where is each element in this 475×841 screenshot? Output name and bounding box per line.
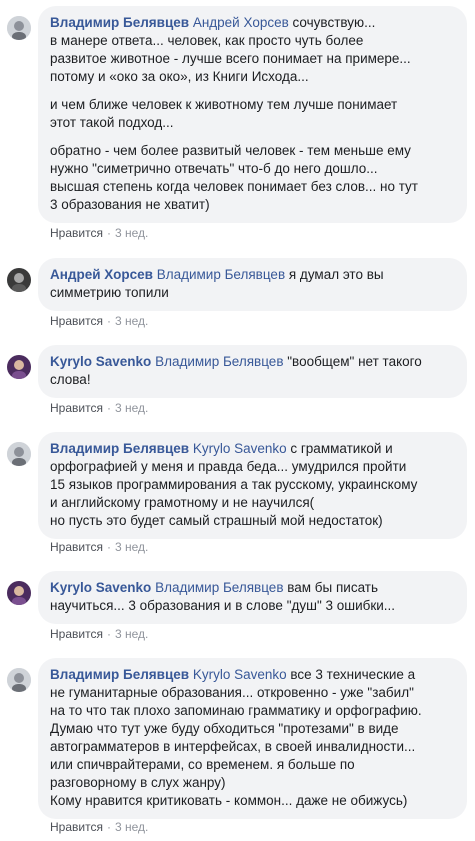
text-line: я думал это вы: [285, 267, 384, 282]
author-link[interactable]: Владимир Белявцев: [50, 15, 189, 30]
separator-dot: ·: [106, 820, 111, 834]
text-line: 15 языков программирования а так русском…: [50, 477, 418, 492]
text-line: Думаю что тут уже буду обходиться "проте…: [50, 721, 399, 736]
comment-bubble: Владимир Белявцев Kyrylo Savenko с грамм…: [38, 432, 467, 539]
comment-actions: Нравится · 3 нед.: [50, 820, 148, 834]
comment-bubble: Андрей Хорсев Владимир Белявцев я думал …: [38, 258, 467, 311]
comment-bubble: Kyrylo Savenko Владимир Белявцев "вообще…: [38, 345, 467, 398]
text-line: в манере ответа... человек, как просто ч…: [50, 33, 364, 48]
comment-bubble: Владимир Белявцев Андрей Хорсев сочувств…: [38, 6, 467, 223]
text-line: сочувствую...: [288, 15, 376, 30]
separator-dot: ·: [106, 627, 111, 641]
comment-text: Владимир Белявцев Андрей Хорсев сочувств…: [50, 14, 455, 86]
text-line: обратно - чем более развитый человек - т…: [50, 143, 411, 158]
author-link[interactable]: Андрей Хорсев: [50, 267, 153, 282]
comment-actions: Нравится · 3 нед.: [50, 226, 148, 240]
comment-actions: Нравится · 3 нед.: [50, 540, 148, 554]
mention-link[interactable]: Владимир Белявцев: [157, 267, 285, 282]
text-line: 3 образования не хватит): [50, 197, 210, 212]
text-line: разговорному в слух жанру): [50, 775, 226, 790]
timestamp[interactable]: 3 нед.: [115, 226, 148, 240]
comment-bubble: Kyrylo Savenko Владимир Белявцев вам бы …: [38, 571, 467, 624]
author-link[interactable]: Владимир Белявцев: [50, 441, 189, 456]
comment-text: Kyrylo Savenko Владимир Белявцев "вообще…: [50, 353, 455, 389]
avatar[interactable]: [7, 268, 31, 292]
like-button[interactable]: Нравится: [50, 540, 103, 554]
timestamp[interactable]: 3 нед.: [115, 627, 148, 641]
text-line: и английскому грамотному и не научился(: [50, 495, 315, 510]
avatar[interactable]: [7, 581, 31, 605]
author-link[interactable]: Kyrylo Savenko: [50, 580, 151, 595]
like-button[interactable]: Нравится: [50, 314, 103, 328]
like-button[interactable]: Нравится: [50, 820, 103, 834]
comment-actions: Нравится · 3 нед.: [50, 401, 148, 415]
author-link[interactable]: Kyrylo Savenko: [50, 354, 151, 369]
like-button[interactable]: Нравится: [50, 401, 103, 415]
timestamp[interactable]: 3 нед.: [115, 401, 148, 415]
separator-dot: ·: [106, 226, 111, 240]
comment-actions: Нравится · 3 нед.: [50, 627, 148, 641]
avatar[interactable]: [7, 668, 31, 692]
text-line: автограмматеров в интерфейсах, в своей и…: [50, 739, 416, 754]
text-line: нужно "симетрично отвечать" что-б до нег…: [50, 161, 378, 176]
text-line: научиться... 3 образования и в слове "ду…: [50, 598, 396, 613]
comment-thread: Владимир Белявцев Андрей Хорсев сочувств…: [0, 0, 475, 841]
comment-paragraph: обратно - чем более развитый человек - т…: [50, 142, 455, 214]
comment-paragraph: и чем ближе человек к животному тем лучш…: [50, 96, 455, 132]
separator-dot: ·: [106, 540, 111, 554]
comment-actions: Нравится · 3 нед.: [50, 314, 148, 328]
comment-text: Kyrylo Savenko Владимир Белявцев вам бы …: [50, 579, 455, 615]
text-line: "вообщем" нет такого: [283, 354, 422, 369]
mention-link[interactable]: Владимир Белявцев: [155, 580, 283, 595]
text-line: симметрию топили: [50, 285, 169, 300]
text-line: не гуманитарные образования... откровенн…: [50, 685, 414, 700]
like-button[interactable]: Нравится: [50, 627, 103, 641]
comment-text: Андрей Хорсев Владимир Белявцев я думал …: [50, 266, 455, 302]
text-line: этот такой подход...: [50, 115, 174, 130]
text-line: все 3 технические а: [286, 667, 416, 682]
text-line: и чем ближе человек к животному тем лучш…: [50, 97, 398, 112]
text-line: или спичврайтерами, со временем. я больш…: [50, 757, 355, 772]
mention-link[interactable]: Kyrylo Savenko: [193, 441, 287, 456]
author-link[interactable]: Владимир Белявцев: [50, 667, 189, 682]
text-line: Кому нравится критиковать - коммон... да…: [50, 793, 408, 808]
text-line: вам бы писать: [283, 580, 379, 595]
timestamp[interactable]: 3 нед.: [115, 820, 148, 834]
text-line: слова!: [50, 372, 91, 387]
separator-dot: ·: [106, 314, 111, 328]
text-line: высшая степень когда человек понимает бе…: [50, 179, 418, 194]
separator-dot: ·: [106, 401, 111, 415]
mention-link[interactable]: Kyrylo Savenko: [193, 667, 287, 682]
avatar[interactable]: [7, 355, 31, 379]
timestamp[interactable]: 3 нед.: [115, 540, 148, 554]
comment-text: Владимир Белявцев Kyrylo Savenko все 3 т…: [50, 666, 455, 810]
text-line: на то что так плохо запоминаю грамматику…: [50, 703, 422, 718]
avatar[interactable]: [7, 442, 31, 466]
comment-bubble: Владимир Белявцев Kyrylo Savenko все 3 т…: [38, 658, 467, 819]
text-line: но пусть это будет самый страшный мой не…: [50, 513, 383, 528]
text-line: развитое животное - лучше всего понимает…: [50, 51, 411, 66]
mention-link[interactable]: Андрей Хорсев: [193, 15, 289, 30]
mention-link[interactable]: Владимир Белявцев: [155, 354, 283, 369]
text-line: потому и «око за око», из Книги Исхода..…: [50, 69, 309, 84]
timestamp[interactable]: 3 нед.: [115, 314, 148, 328]
like-button[interactable]: Нравится: [50, 226, 103, 240]
avatar[interactable]: [7, 16, 31, 40]
text-line: с грамматикой и: [286, 441, 393, 456]
comment-text: Владимир Белявцев Kyrylo Savenko с грамм…: [50, 440, 455, 530]
text-line: орфографией у меня и правда беда... умуд…: [50, 459, 407, 474]
